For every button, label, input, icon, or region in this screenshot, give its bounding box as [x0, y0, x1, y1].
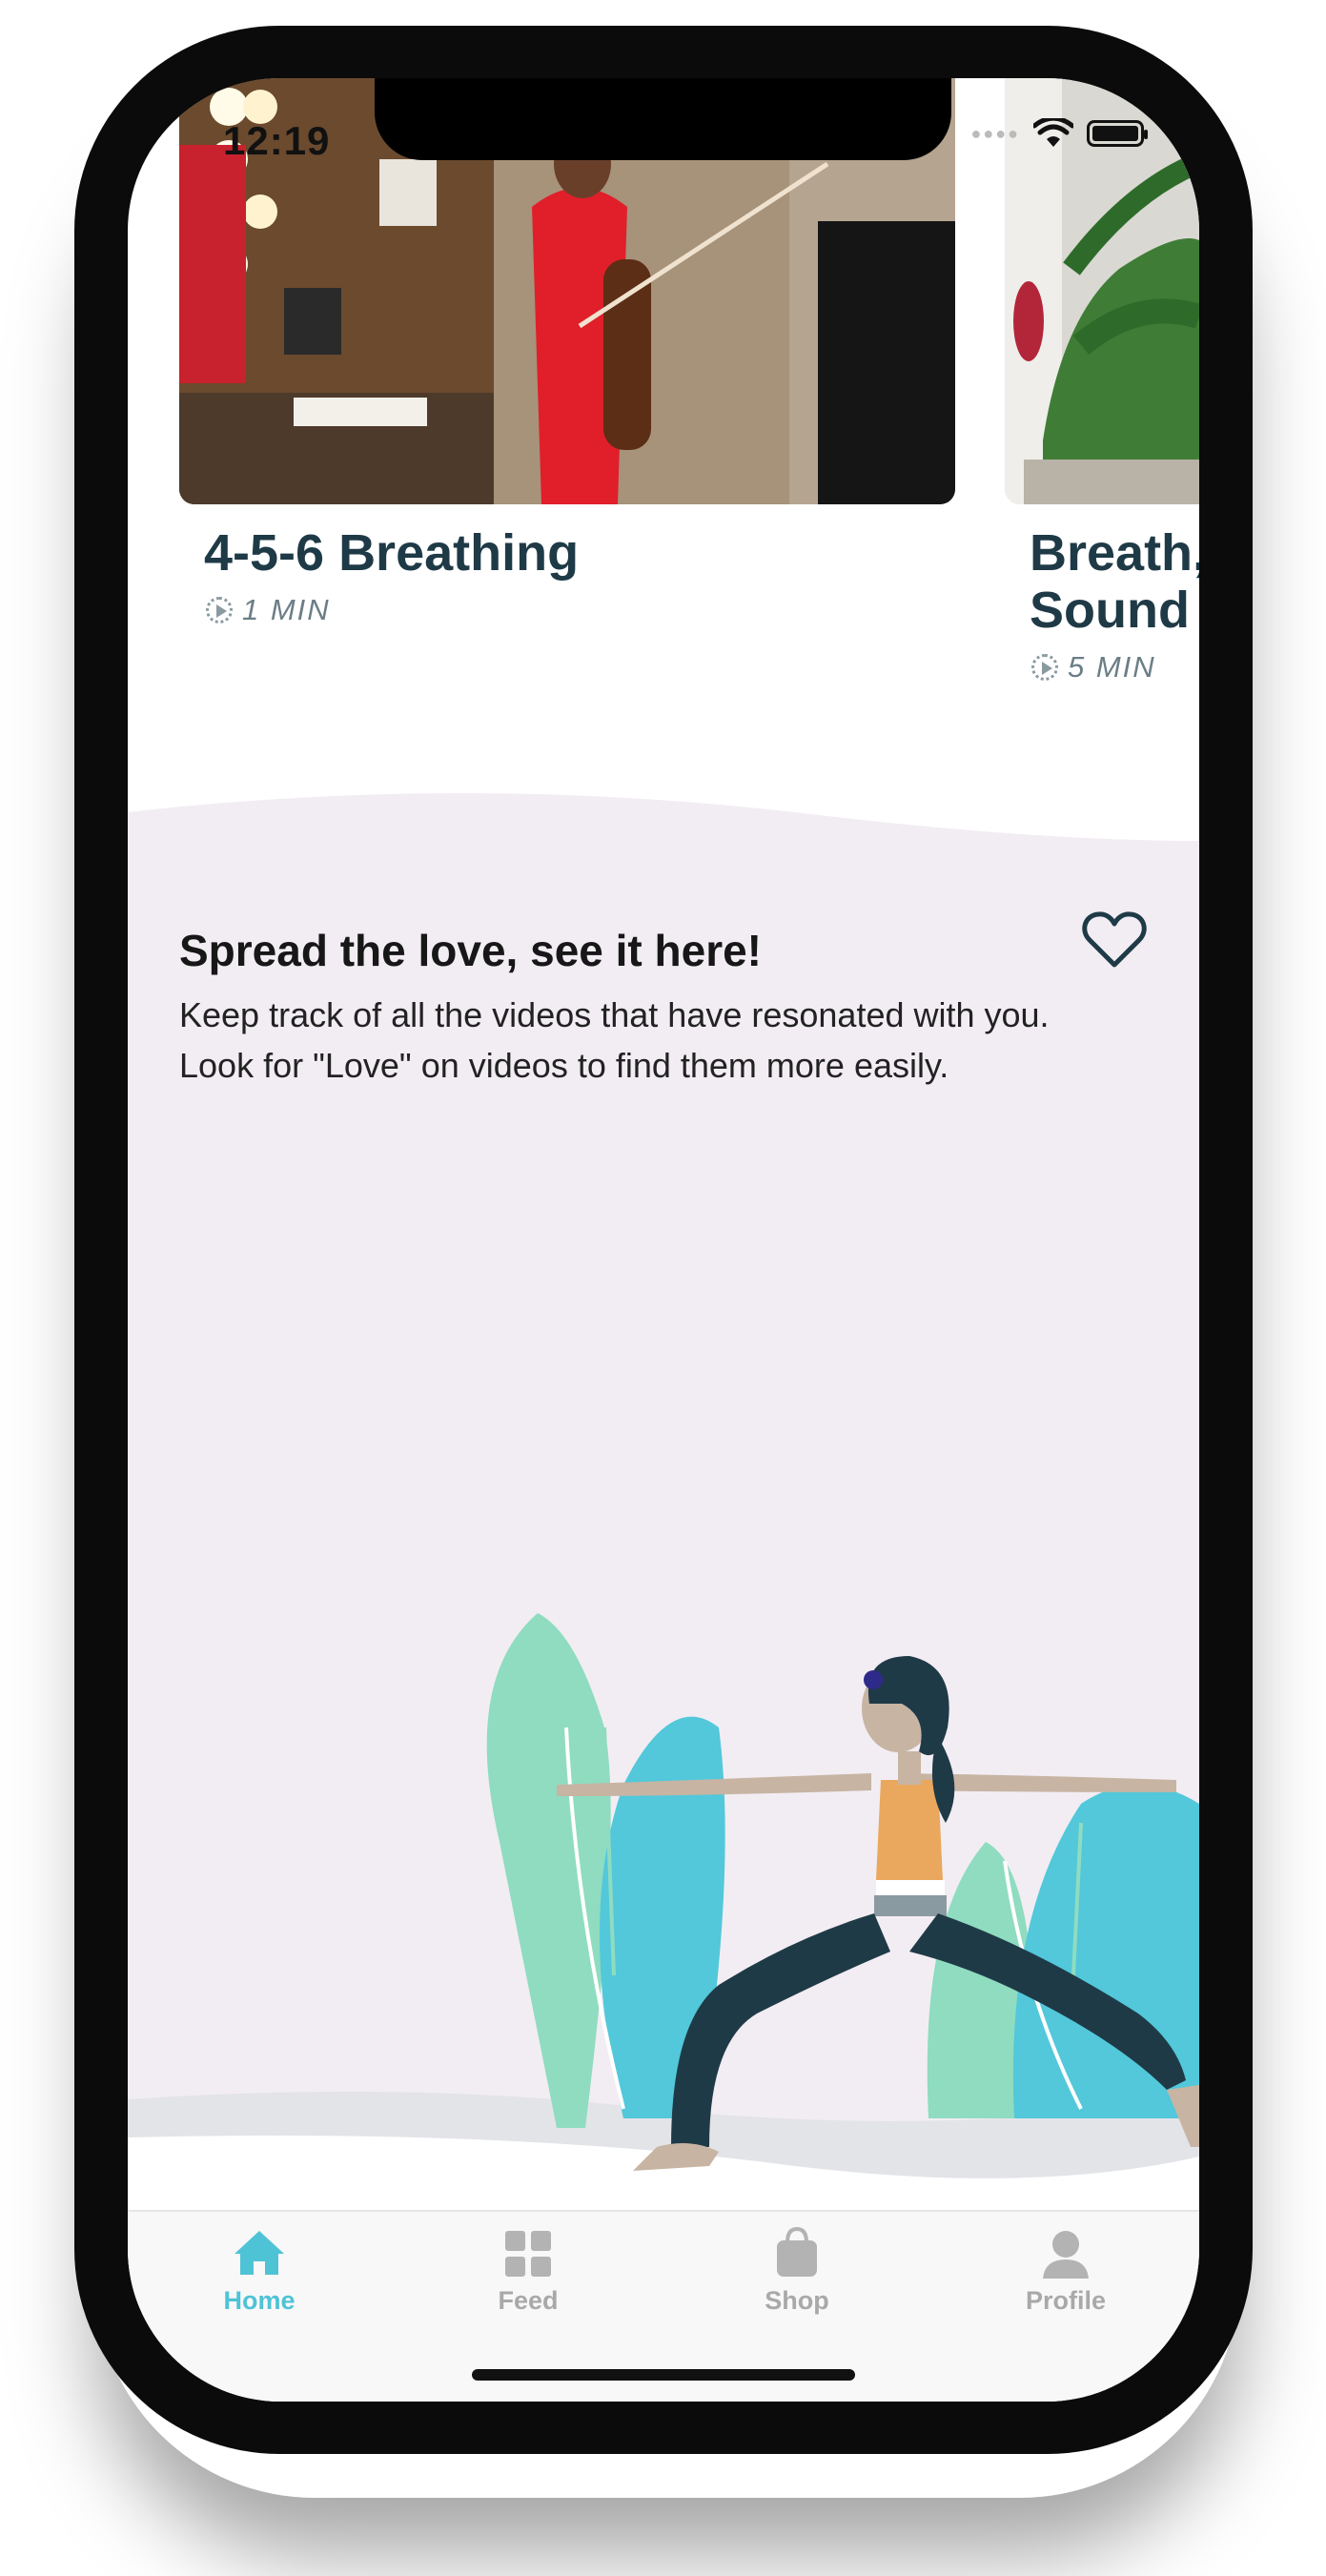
- shopping-bag-icon: [777, 2226, 817, 2277]
- person-icon: [1043, 2231, 1089, 2279]
- tab-home-label: Home: [223, 2286, 296, 2315]
- home-icon: [235, 2231, 284, 2275]
- tab-profile-label: Profile: [1025, 2286, 1107, 2315]
- home-indicator[interactable]: [472, 2369, 855, 2381]
- yoga-illustration: [486, 1613, 1199, 2171]
- video-title[interactable]: 4-5-6 Breathing: [204, 524, 579, 582]
- device-notch: [375, 78, 951, 160]
- app-screen: 4-5-6 Breathing 1 MIN Breath, Sound 5 MI: [128, 78, 1199, 2402]
- duration-label: 1 MIN: [242, 593, 331, 626]
- clock-icon: [1031, 654, 1058, 681]
- tab-feed[interactable]: Feed: [433, 2225, 623, 2316]
- tab-feed-label: Feed: [498, 2286, 559, 2315]
- duration-label: 5 MIN: [1068, 650, 1156, 684]
- video-card-breathing[interactable]: 4-5-6 Breathing 1 MIN: [128, 78, 957, 698]
- video-title-line-1: Breath,: [1030, 524, 1199, 582]
- battery-icon: [1087, 120, 1148, 147]
- love-promo-section: Spread the love, see it here! Keep track…: [128, 774, 1199, 2195]
- cellular-signal-icon: ●●●●: [970, 123, 1020, 143]
- wifi-icon: [1033, 118, 1073, 147]
- tab-profile[interactable]: Profile: [970, 2225, 1161, 2316]
- status-time: 12:19: [223, 118, 331, 163]
- status-indicators: ●●●●: [970, 118, 1148, 149]
- tab-shop-label: Shop: [765, 2286, 829, 2315]
- clock-icon: [206, 597, 233, 624]
- video-title-line-2: Sound: [1030, 582, 1190, 639]
- grid-icon: [505, 2231, 551, 2277]
- video-card-breath-sound[interactable]: Breath, Sound 5 MIN: [1005, 78, 1199, 746]
- tab-shop[interactable]: Shop: [702, 2225, 892, 2316]
- video-title[interactable]: Breath, Sound: [1030, 524, 1199, 639]
- video-duration: 1 MIN: [206, 593, 331, 627]
- tab-home[interactable]: Home: [164, 2225, 355, 2316]
- video-duration: 5 MIN: [1031, 650, 1156, 685]
